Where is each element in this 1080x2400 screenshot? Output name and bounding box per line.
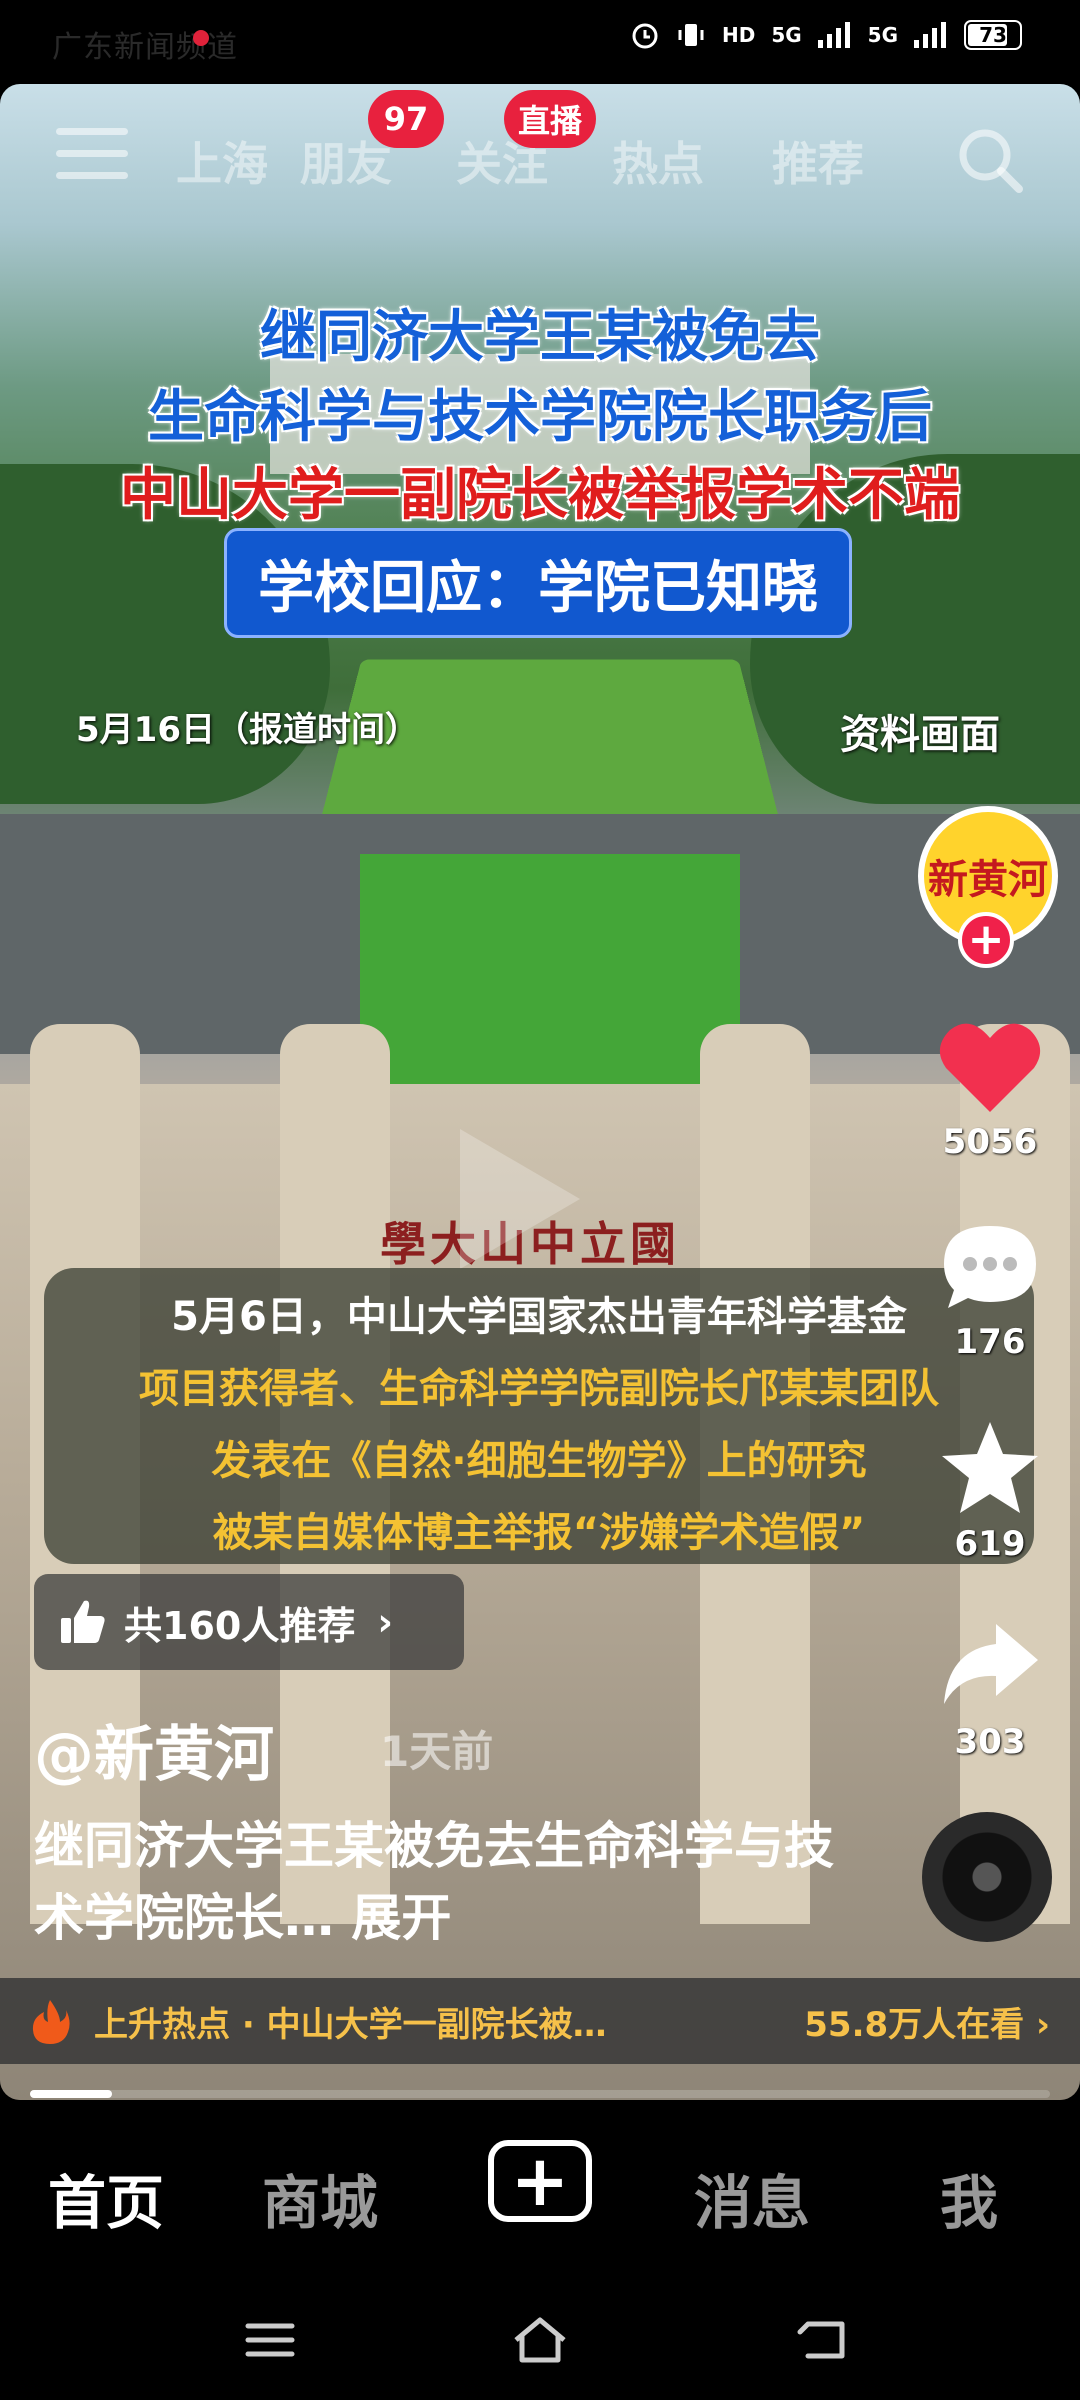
viewer-count: 55.8万人在看 › — [804, 2004, 1050, 2045]
alarm-icon — [632, 23, 658, 49]
flame-icon — [32, 2000, 70, 2044]
home-icon[interactable] — [510, 2316, 570, 2364]
comment-count: 176 — [954, 1322, 1026, 1362]
battery-level: 73 — [979, 23, 1007, 47]
caption-line: 发表在《自然·细胞生物学》上的研究 — [211, 1438, 867, 1484]
post-description: 继同济大学王某被免去生命科学与技术学院院长… 展开 — [34, 1810, 834, 1954]
headline-line-3: 中山大学一副院长被举报学术不端 — [120, 463, 960, 528]
headline-line-1: 继同济大学王某被免去 — [260, 305, 820, 370]
tab-mall[interactable]: 商城 — [262, 2156, 378, 2240]
status-bar: 广东新闻频道 HD 5G 5G 73 — [0, 0, 1080, 84]
create-button[interactable]: + — [488, 2140, 592, 2222]
favorite-count: 619 — [954, 1524, 1026, 1564]
heart-icon[interactable] — [938, 1020, 1042, 1114]
archive-label: 资料画面 — [840, 712, 1000, 758]
tab-me[interactable]: 我 — [940, 2156, 998, 2240]
network-label-1: 5G — [771, 23, 802, 47]
hot-topic-text: 上升热点 · 中山大学一副院长被… — [94, 2004, 607, 2045]
network-label-2: 5G — [867, 23, 898, 47]
signal-icon-2 — [914, 22, 946, 48]
caption-line: 5月6日，中山大学国家杰出青年科学基金 — [171, 1294, 907, 1340]
caption-line: 项目获得者、生命科学学院副院长邝某某团队 — [139, 1366, 939, 1412]
follow-button[interactable]: + — [958, 912, 1014, 968]
back-icon[interactable] — [794, 2316, 854, 2364]
expand-button[interactable]: 展开 — [351, 1889, 451, 1947]
system-nav-bar — [0, 2276, 1080, 2400]
music-disc-icon[interactable] — [922, 1812, 1052, 1942]
tab-recommend[interactable]: 推荐 — [772, 128, 864, 194]
headline-line-2: 生命科学与技术学院院长职务后 — [148, 385, 932, 450]
menu-lines-icon[interactable] — [240, 2316, 300, 2364]
share-icon[interactable] — [940, 1620, 1040, 1708]
post-time: 1天前 — [380, 1727, 494, 1776]
report-date: 5月16日（报道时间） — [76, 710, 419, 750]
caption-line: 被某自媒体博主举报“涉嫌学术造假” — [212, 1510, 866, 1556]
bottom-tab-bar: 首页 商城 + 消息 我 — [0, 2100, 1080, 2276]
recommend-button[interactable]: 共160人推荐 › — [34, 1574, 464, 1670]
video-progress-bar[interactable] — [30, 2090, 1050, 2098]
star-icon[interactable] — [940, 1420, 1040, 1516]
chevron-right-icon: › — [377, 1600, 393, 1644]
tab-messages[interactable]: 消息 — [694, 2156, 810, 2240]
status-icons: HD 5G 5G 73 — [630, 20, 1022, 50]
share-count: 303 — [954, 1722, 1026, 1762]
recommend-label: 共160人推荐 — [124, 1603, 356, 1648]
battery-icon: 73 — [964, 20, 1022, 50]
tab-city[interactable]: 上海 — [176, 128, 268, 194]
signal-icon — [817, 22, 850, 48]
tab-hot[interactable]: 热点 — [612, 128, 704, 194]
live-badge[interactable]: 直播 — [504, 90, 597, 148]
status-left-text: 广东新闻频道 — [52, 30, 238, 65]
school-response-banner: 学校回应：学院已知晓 — [224, 528, 852, 638]
play-icon[interactable] — [460, 1129, 580, 1269]
comment-icon[interactable] — [940, 1222, 1040, 1312]
hot-topic-bar[interactable]: 上升热点 · 中山大学一副院长被… 55.8万人在看 › — [0, 1978, 1080, 2064]
author-name[interactable]: @新黄河 — [34, 1706, 274, 1793]
thumbs-up-icon — [61, 1600, 105, 1643]
video-progress-fill — [30, 2090, 112, 2098]
like-count: 5056 — [942, 1122, 1038, 1162]
top-nav: 上海 朋友 关注 热点 推荐 97 直播 — [0, 84, 1080, 234]
vibrate-icon — [678, 24, 704, 46]
recording-dot-icon — [193, 30, 209, 46]
screen: 广东新闻频道 HD 5G 5G 73 學大山中立國 上海 朋友 关注 热点 推荐… — [0, 0, 1080, 2400]
menu-icon[interactable] — [56, 128, 128, 184]
friends-badge: 97 — [368, 90, 444, 148]
search-icon[interactable] — [954, 124, 1026, 196]
hd-label: HD — [721, 23, 756, 47]
tab-home[interactable]: 首页 — [48, 2156, 164, 2240]
